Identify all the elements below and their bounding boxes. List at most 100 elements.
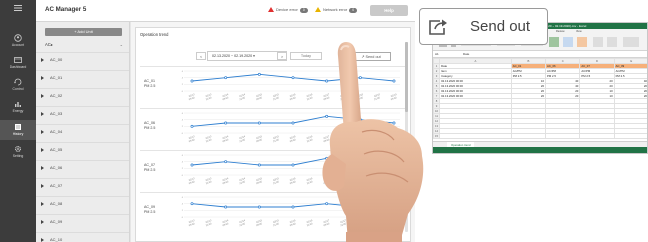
data-point	[224, 205, 228, 209]
unit-item[interactable]: AC_08	[36, 196, 129, 210]
unit-item[interactable]: AC_02	[36, 88, 129, 102]
expand-arrow-icon[interactable]	[41, 238, 44, 242]
y-tick-label: 2	[182, 84, 184, 86]
table-row: 15	[433, 133, 647, 139]
device-error-count: 0	[299, 8, 308, 13]
data-point	[190, 163, 194, 167]
expand-arrow-icon[interactable]	[41, 202, 44, 206]
unit-label: AC_03	[50, 111, 63, 116]
table-cell[interactable]	[510, 133, 547, 139]
network-error-status[interactable]: Network error 0	[315, 7, 358, 13]
expand-arrow-icon[interactable]	[41, 184, 44, 188]
chart-metric-name: PM 2.5	[144, 168, 156, 172]
tree-root-label: AC▸	[45, 42, 53, 47]
data-point	[224, 121, 228, 125]
history-icon	[15, 124, 21, 130]
rail-item-setting[interactable]: Setting	[0, 145, 36, 158]
y-tick-label: 4	[182, 77, 184, 79]
unit-item[interactable]: AC_09	[36, 214, 129, 228]
unit-label: AC_05	[50, 147, 63, 152]
date-range-picker[interactable]: 02.13.2020 ~ 02.19.2020 ▾	[207, 51, 287, 61]
expand-arrow-icon[interactable]	[41, 112, 44, 116]
chart-label: AC_01 PM 2.5	[144, 79, 178, 89]
tree-root[interactable]: AC▸ ⌄	[45, 42, 125, 47]
account-icon	[14, 34, 22, 42]
unit-item[interactable]: AC_05	[36, 142, 129, 156]
expand-arrow-icon[interactable]	[41, 94, 44, 98]
data-point	[190, 124, 194, 128]
ribbon-tab[interactable]: View	[576, 30, 582, 33]
formula-value: Date	[463, 52, 470, 56]
chart-label: AC_09 PM 2.5	[144, 205, 178, 215]
ribbon-tab[interactable]: Review	[556, 30, 565, 33]
unit-item[interactable]: AC_07	[36, 178, 129, 192]
callout-label: Send out	[470, 18, 531, 35]
chart-metric-name: PM 2.5	[144, 126, 156, 130]
share-arrow-icon	[429, 19, 447, 35]
y-tick-label: 0	[182, 91, 184, 93]
rail-item-dashboard[interactable]: Dashboard	[0, 56, 36, 69]
table-cell[interactable]	[579, 133, 615, 139]
unit-label: AC_04	[50, 129, 63, 134]
network-error-label: Network error	[323, 7, 348, 12]
prev-date-button[interactable]: <	[196, 52, 206, 60]
setting-icon	[14, 145, 22, 153]
next-date-button[interactable]: >	[277, 52, 287, 60]
unit-item[interactable]: AC_01	[36, 70, 129, 84]
unit-item[interactable]: AC_04	[36, 124, 129, 138]
menu-icon[interactable]	[0, 4, 36, 13]
expand-arrow-icon[interactable]	[41, 148, 44, 152]
help-button[interactable]: Help	[370, 5, 408, 16]
device-error-status[interactable]: Device error 0	[268, 7, 308, 13]
control-icon	[14, 78, 22, 86]
device-error-label: Device error	[276, 7, 298, 12]
data-point	[291, 76, 295, 80]
expand-arrow-icon[interactable]	[41, 130, 44, 134]
rail-item-control[interactable]: Control	[0, 78, 36, 91]
table-cell[interactable]	[545, 133, 581, 139]
data-point	[257, 163, 261, 167]
unit-item[interactable]: AC_06	[36, 160, 129, 174]
table-cell[interactable]	[613, 133, 647, 139]
unit-item[interactable]: AC_10	[36, 232, 129, 242]
y-tick-label: 4	[182, 161, 184, 163]
warning-red-icon	[268, 7, 274, 12]
data-point	[224, 76, 228, 80]
unit-label: AC_06	[50, 165, 63, 170]
rail-item-history[interactable]: History	[0, 120, 36, 140]
expand-arrow-icon[interactable]	[41, 58, 44, 62]
rail-label-history: History	[12, 132, 24, 136]
date-range-value: 02.13.2020 ~ 02.19.2020	[212, 54, 253, 58]
unit-item[interactable]: AC_03	[36, 106, 129, 120]
top-bar: AC Manager 5 Device error 0 Network error…	[36, 0, 415, 22]
data-point	[224, 160, 228, 164]
rail-item-energy[interactable]: Energy	[0, 100, 36, 113]
data-point	[291, 205, 295, 209]
data-point	[291, 163, 295, 167]
dashboard-icon	[14, 57, 22, 63]
add-unit-button[interactable]: + Add Unit	[45, 28, 122, 36]
y-tick-label: 4	[182, 119, 184, 121]
unit-panel: + Add Unit AC▸ ⌄ AC_00 AC_01 AC_02 AC_03 AC_…	[36, 22, 130, 242]
spreadsheet-grid[interactable]: A B C D E 1 Date AC_01 AC_06 AC_07 AC_09 2 Item AC/PM…	[433, 58, 647, 139]
rail-label-dashboard: Dashboard	[9, 65, 27, 69]
data-point	[291, 121, 295, 125]
rail-item-account[interactable]: Account	[0, 34, 36, 47]
y-tick-label: 2	[182, 126, 184, 128]
panel-title: Operation trend	[140, 32, 169, 37]
unit-item[interactable]: AC_00	[36, 52, 129, 66]
expand-arrow-icon[interactable]	[41, 166, 44, 170]
hamburger-icon	[14, 5, 22, 11]
chart-label: AC_06 PM 2.5	[144, 121, 178, 131]
nav-rail: Account Dashboard Control Energy History…	[0, 0, 36, 242]
y-tick-label: 6	[182, 113, 184, 115]
energy-icon	[15, 102, 21, 107]
app-title: AC Manager 5	[45, 6, 87, 13]
expand-arrow-icon[interactable]	[41, 76, 44, 80]
expand-arrow-icon[interactable]	[41, 220, 44, 224]
pointing-hand-image	[322, 42, 424, 242]
chart-metric-name: PM 2.5	[144, 210, 156, 214]
excel-status-bar	[433, 147, 647, 153]
formula-bar[interactable]: A1 Date	[433, 51, 647, 58]
unit-label: AC_08	[50, 201, 63, 206]
